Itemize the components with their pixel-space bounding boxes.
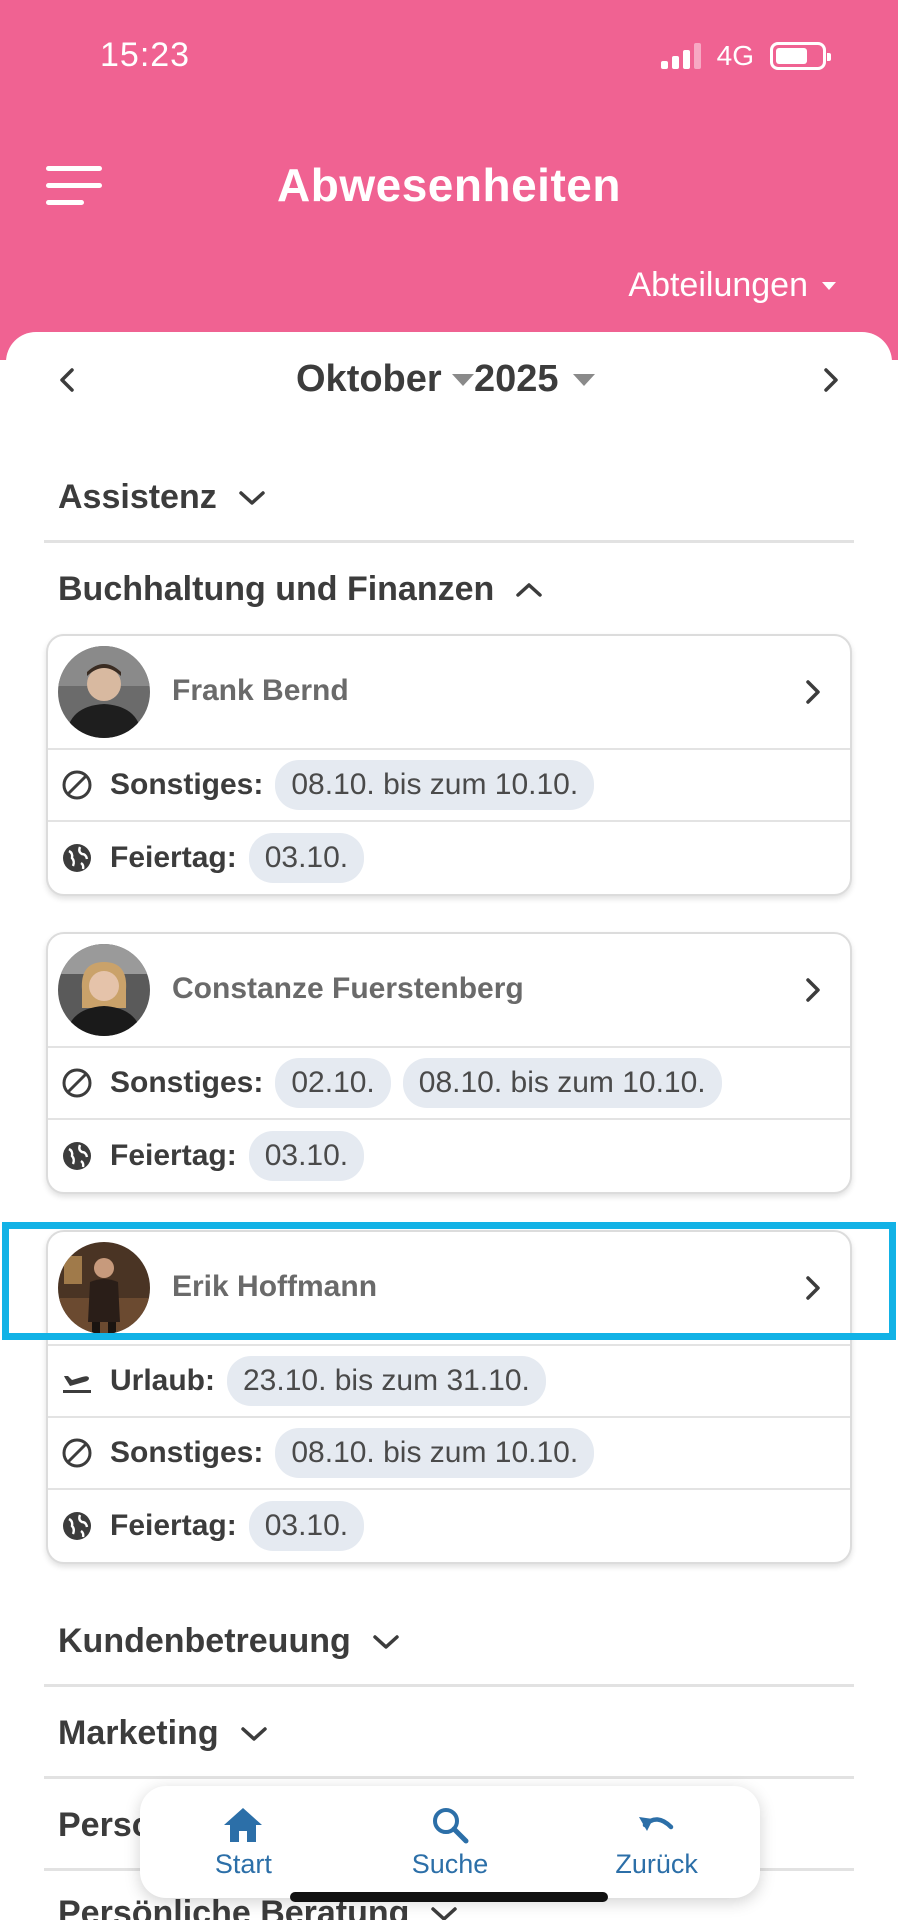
section-marketing[interactable]: Marketing [58, 1714, 269, 1753]
section-buchhaltung[interactable]: Buchhaltung und Finanzen [58, 570, 544, 609]
section-title: Marketing [58, 1714, 219, 1752]
section-personal[interactable]: Perso [58, 1806, 153, 1845]
network-label: 4G [716, 40, 754, 71]
absence-row: Urlaub: 23.10. bis zum 31.10. [48, 1346, 850, 1418]
year-value: 2025 [474, 358, 559, 400]
month-value: Oktober [296, 358, 442, 400]
date-chip: 08.10. bis zum 10.10. [402, 1058, 722, 1108]
absence-type-label: Sonstiges: [110, 1436, 264, 1469]
divider [44, 540, 854, 543]
globe-icon [63, 1512, 91, 1540]
absence-type-label: Sonstiges: [110, 1066, 264, 1099]
date-chip: 02.10. [275, 1058, 391, 1108]
avatar [58, 944, 150, 1036]
status-time: 15:23 [100, 36, 191, 74]
bottom-navigation: Start Suche Zurück [140, 1786, 760, 1898]
block-icon [62, 1068, 92, 1098]
absence-row: Sonstiges: 02.10. 08.10. bis zum 10.10. [48, 1048, 850, 1120]
signal-icon [660, 43, 701, 69]
date-chip: 03.10. [248, 1131, 365, 1181]
chevron-down-icon [240, 1726, 267, 1741]
block-icon [62, 770, 92, 800]
absence-row: Feiertag: 03.10. [48, 822, 850, 894]
absence-type-label: Feiertag: [110, 1139, 237, 1172]
avatar [58, 646, 150, 738]
globe-icon [63, 844, 91, 872]
person-card-erik-hoffmann: Erik Hoffmann Urlaub: 23.10. bis zum 31.… [46, 1230, 852, 1564]
section-kundenbetreuung[interactable]: Kundenbetreuung [58, 1622, 401, 1661]
department-filter-label: Abteilungen [628, 266, 808, 304]
absence-row: Feiertag: 03.10. [48, 1490, 850, 1562]
date-chip: 08.10. bis zum 10.10. [275, 1428, 595, 1478]
nav-label: Zurück [615, 1848, 698, 1879]
chevron-left-icon [60, 368, 74, 392]
chevron-down-icon [238, 490, 265, 505]
previous-month-button[interactable] [52, 362, 84, 398]
status-indicators: 4G [660, 40, 831, 72]
absence-type-label: Sonstiges: [110, 768, 264, 801]
chevron-right-icon [824, 368, 838, 392]
chevron-down-icon [373, 1634, 399, 1649]
divider [44, 1684, 854, 1687]
section-title: Kundenbetreuung [58, 1622, 351, 1660]
chevron-up-icon [516, 582, 543, 597]
date-chip: 03.10. [248, 833, 365, 883]
chevron-down-icon [431, 1906, 458, 1920]
nav-label: Start [214, 1848, 272, 1879]
person-card-frank-bernd: Frank Bernd Sonstiges: 08.10. bis zum 10… [46, 634, 852, 896]
nav-start-button[interactable]: Start [153, 1805, 333, 1880]
year-select[interactable]: 2025 [474, 358, 595, 401]
battery-icon [770, 42, 831, 70]
avatar [58, 1242, 150, 1334]
app-header: 15:23 4G Abwesenheiten Abteilungen [0, 0, 898, 360]
home-icon [224, 1807, 263, 1842]
block-icon [62, 1438, 92, 1468]
next-month-button[interactable] [814, 362, 846, 398]
caret-down-icon [451, 373, 474, 386]
home-indicator [290, 1892, 608, 1902]
person-name: Erik Hoffmann [172, 1270, 378, 1303]
person-header[interactable]: Frank Bernd [48, 636, 850, 750]
date-chip: 23.10. bis zum 31.10. [227, 1356, 546, 1406]
search-icon [432, 1807, 469, 1843]
undo-icon [638, 1816, 673, 1831]
month-navigation: Oktober 2025 [0, 358, 898, 402]
person-header[interactable]: Erik Hoffmann [48, 1232, 850, 1346]
chevron-right-icon [806, 978, 820, 1002]
caret-down-icon [572, 373, 595, 386]
absence-row: Sonstiges: 08.10. bis zum 10.10. [48, 1418, 850, 1490]
page-title: Abwesenheiten [277, 159, 621, 211]
date-chip: 08.10. bis zum 10.10. [275, 760, 595, 810]
section-title: Assistenz [58, 478, 217, 516]
nav-back-button[interactable]: Zurück [567, 1805, 747, 1880]
absence-type-label: Urlaub: [110, 1364, 215, 1397]
globe-icon [63, 1142, 91, 1170]
absence-row: Feiertag: 03.10. [48, 1120, 850, 1192]
absence-row: Sonstiges: 08.10. bis zum 10.10. [48, 750, 850, 822]
section-title: Perso [58, 1806, 153, 1844]
section-title: Buchhaltung und Finanzen [58, 570, 495, 608]
nav-label: Suche [411, 1848, 489, 1879]
department-filter-dropdown[interactable]: Abteilungen [628, 266, 836, 305]
flight-icon [63, 1376, 91, 1393]
person-card-constanze-fuerstenberg: Constanze Fuerstenberg Sonstiges: 02.10.… [46, 932, 852, 1194]
section-assistenz[interactable]: Assistenz [58, 478, 267, 517]
chevron-right-icon [806, 680, 820, 704]
divider [44, 1776, 854, 1779]
absence-type-label: Feiertag: [110, 1509, 237, 1542]
chevron-right-icon [806, 1276, 820, 1300]
date-chip: 03.10. [248, 1501, 365, 1551]
caret-down-icon [822, 281, 836, 290]
month-select[interactable]: Oktober [296, 358, 474, 401]
person-name: Constanze Fuerstenberg [172, 972, 524, 1005]
person-name: Frank Bernd [172, 674, 349, 707]
absence-type-label: Feiertag: [110, 841, 237, 874]
nav-search-button[interactable]: Suche [360, 1805, 540, 1880]
person-header[interactable]: Constanze Fuerstenberg [48, 934, 850, 1048]
